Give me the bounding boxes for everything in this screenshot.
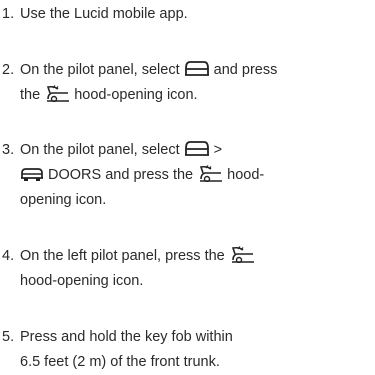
hood-opening-icon [229,245,255,263]
step-3-text-b: > [213,142,223,158]
step-2-text-a: On the pilot panel, select [20,62,180,78]
step-number: 1. [2,6,15,22]
step-text: On the pilot panel, select and press the… [20,58,369,108]
hood-opening-icon [44,84,70,102]
step-5-line-1: Press and hold the key fob within [20,329,233,345]
step-text: On the left pilot panel, press the hood-… [20,244,369,294]
car-outline-icon [184,140,210,157]
step-3-text-a: On the pilot panel, select [20,142,180,158]
step-3-text-e: opening icon. [20,192,107,208]
step-text: Use the Lucid mobile app. [20,2,369,27]
step-2-text-c: the [20,87,41,103]
step-1-text: Use the Lucid mobile app. [20,6,188,22]
step-text: On the pilot panel, select > DOORS and p… [20,138,369,213]
step-2-text-b: and press [213,62,278,78]
step-text: Press and hold the key fob within 6.5 fe… [20,325,369,375]
hood-opening-icon [197,164,223,182]
car-outline-icon [184,60,210,77]
step-number: 5. [2,329,15,345]
car-doors-icon [20,166,44,182]
step-4-text-b: hood-opening icon. [20,273,144,289]
step-5-line-2: 6.5 feet (2 m) of the front trunk. [20,354,220,370]
step-number: 2. [2,62,15,78]
step-number: 4. [2,248,15,264]
step-3-text-d: hood- [227,167,265,183]
step-number: 3. [2,142,15,158]
step-2-text-d: hood-opening icon. [74,87,198,103]
step-4-text-a: On the left pilot panel, press the [20,248,225,264]
instructions-document: 1. Use the Lucid mobile app. 2. On the p… [0,0,375,375]
step-3-text-c: DOORS and press the [48,167,194,183]
